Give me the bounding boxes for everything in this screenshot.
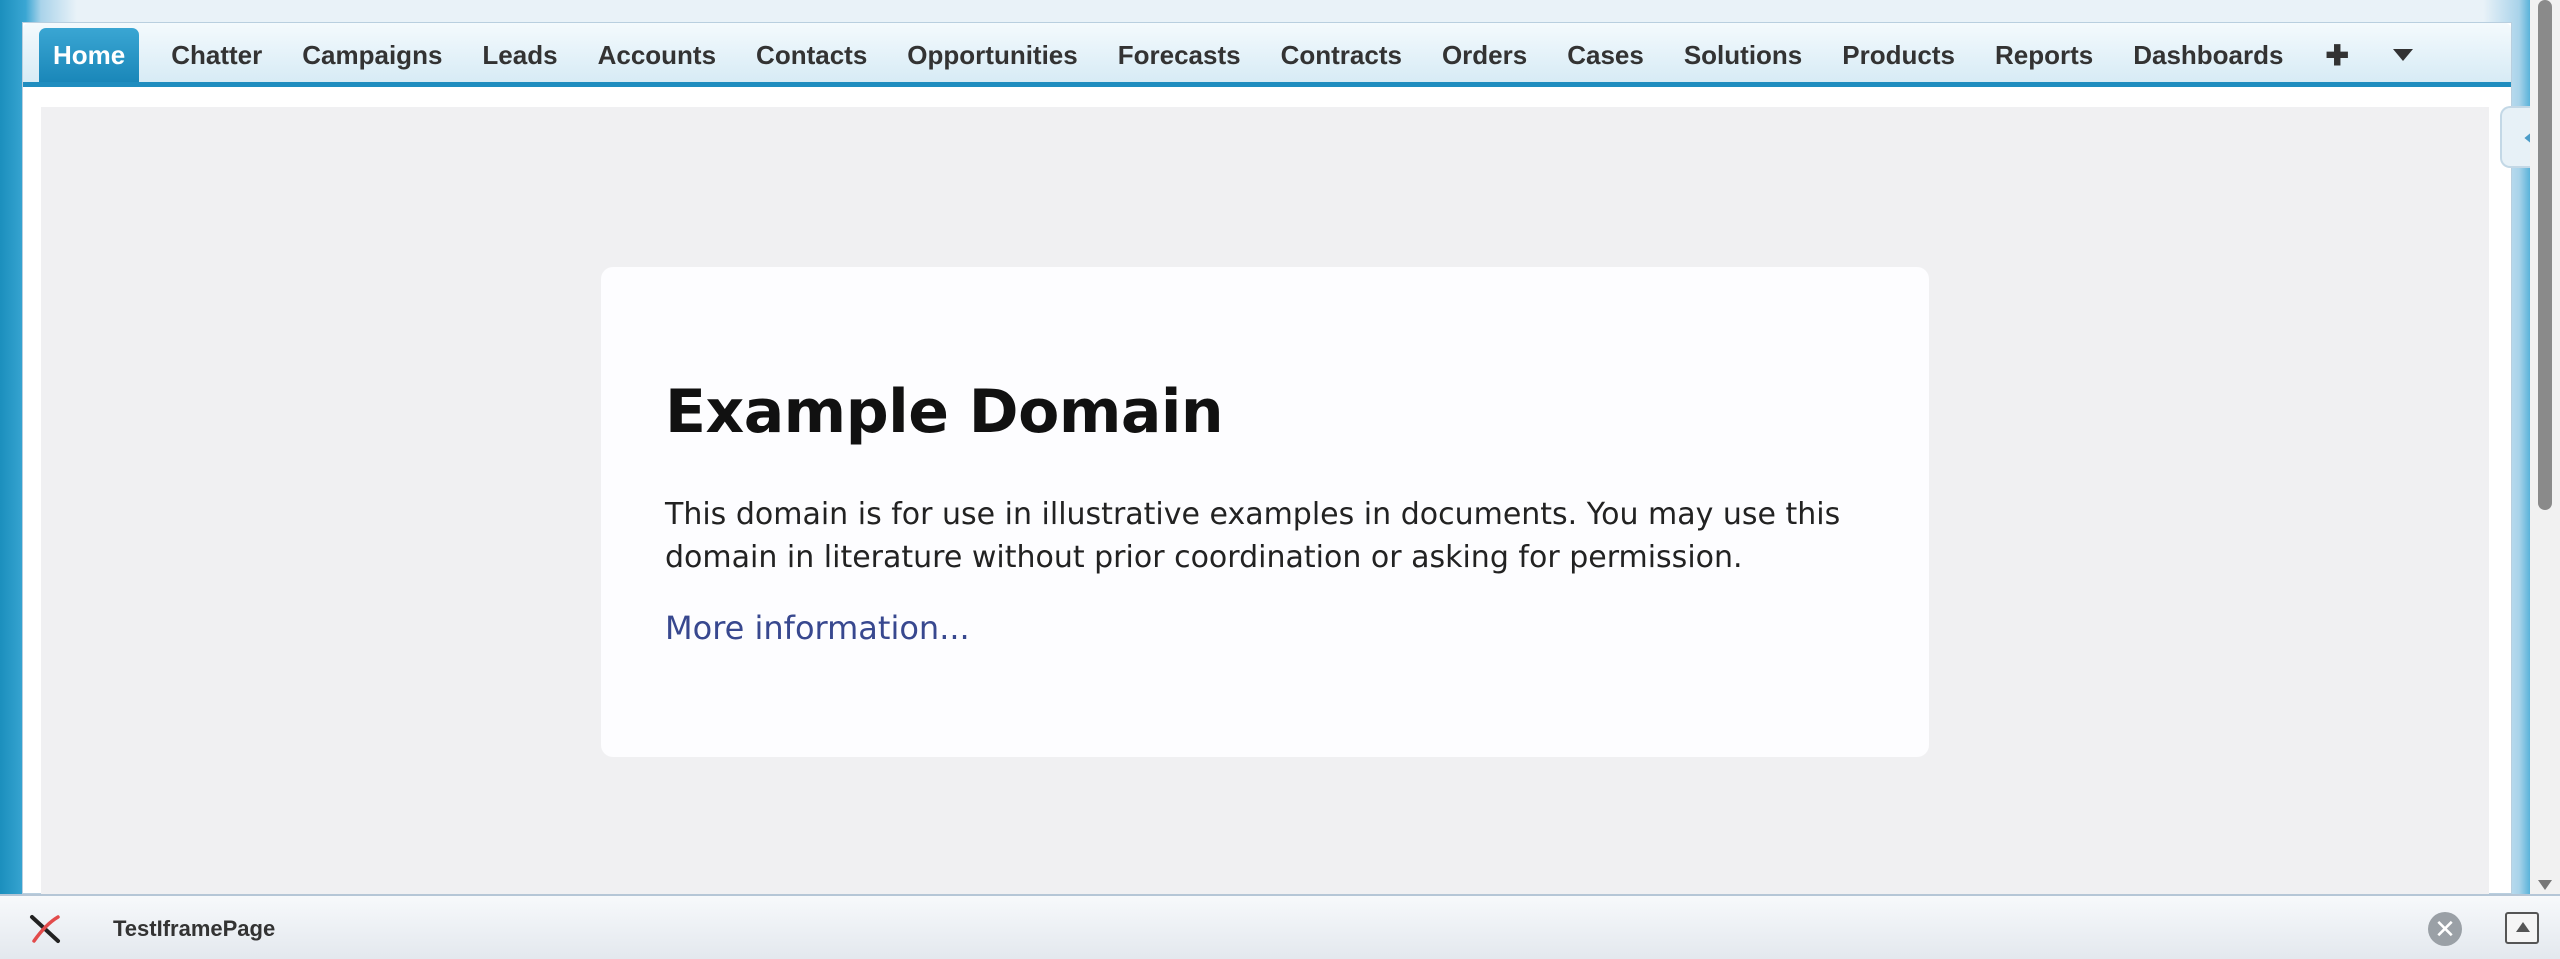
tab-bar: Home Chatter Campaigns Leads Accounts Co… (23, 23, 2511, 87)
tab-solutions[interactable]: Solutions (1664, 28, 1822, 82)
utility-bar-title: TestIframePage (113, 916, 276, 941)
tab-contacts[interactable]: Contacts (736, 28, 887, 82)
popout-icon[interactable] (2505, 912, 2539, 944)
tab-forecasts[interactable]: Forecasts (1098, 28, 1261, 82)
tab-opportunities[interactable]: Opportunities (887, 28, 1097, 82)
tab-accounts[interactable]: Accounts (578, 28, 736, 82)
tab-home[interactable]: Home (39, 28, 140, 82)
app-frame: Home Chatter Campaigns Leads Accounts Co… (22, 22, 2512, 895)
tab-leads[interactable]: Leads (462, 28, 577, 82)
utility-bar: TestIframePage ✕ (0, 894, 2560, 959)
tab-contracts[interactable]: Contracts (1261, 28, 1422, 82)
tab-reports[interactable]: Reports (1975, 28, 2113, 82)
tab-chatter[interactable]: Chatter (151, 28, 282, 82)
page-heading: Example Domain (665, 377, 1224, 447)
chevron-down-icon (2392, 49, 2413, 61)
x-logo-icon (30, 915, 60, 943)
tab-dashboards[interactable]: Dashboards (2113, 28, 2303, 82)
page-description: This domain is for use in illustrative e… (665, 497, 1841, 575)
scroll-down-arrow-icon[interactable] (2538, 880, 2552, 890)
scrollbar-thumb[interactable] (2538, 0, 2552, 510)
more-tabs-button[interactable] (2371, 28, 2435, 82)
more-information-link[interactable]: More information... (665, 609, 970, 647)
tab-campaigns[interactable]: Campaigns (282, 28, 462, 82)
tab-products[interactable]: Products (1822, 28, 1975, 82)
iframe-content: Example Domain This domain is for use in… (41, 107, 2489, 895)
add-tab-plus-icon[interactable]: ✚ (2303, 28, 2370, 82)
example-domain-card: Example Domain This domain is for use in… (601, 267, 1929, 757)
close-icon[interactable]: ✕ (2428, 912, 2462, 946)
tab-cases[interactable]: Cases (1547, 28, 1664, 82)
vertical-scrollbar[interactable] (2530, 0, 2560, 894)
tab-orders[interactable]: Orders (1422, 28, 1547, 82)
